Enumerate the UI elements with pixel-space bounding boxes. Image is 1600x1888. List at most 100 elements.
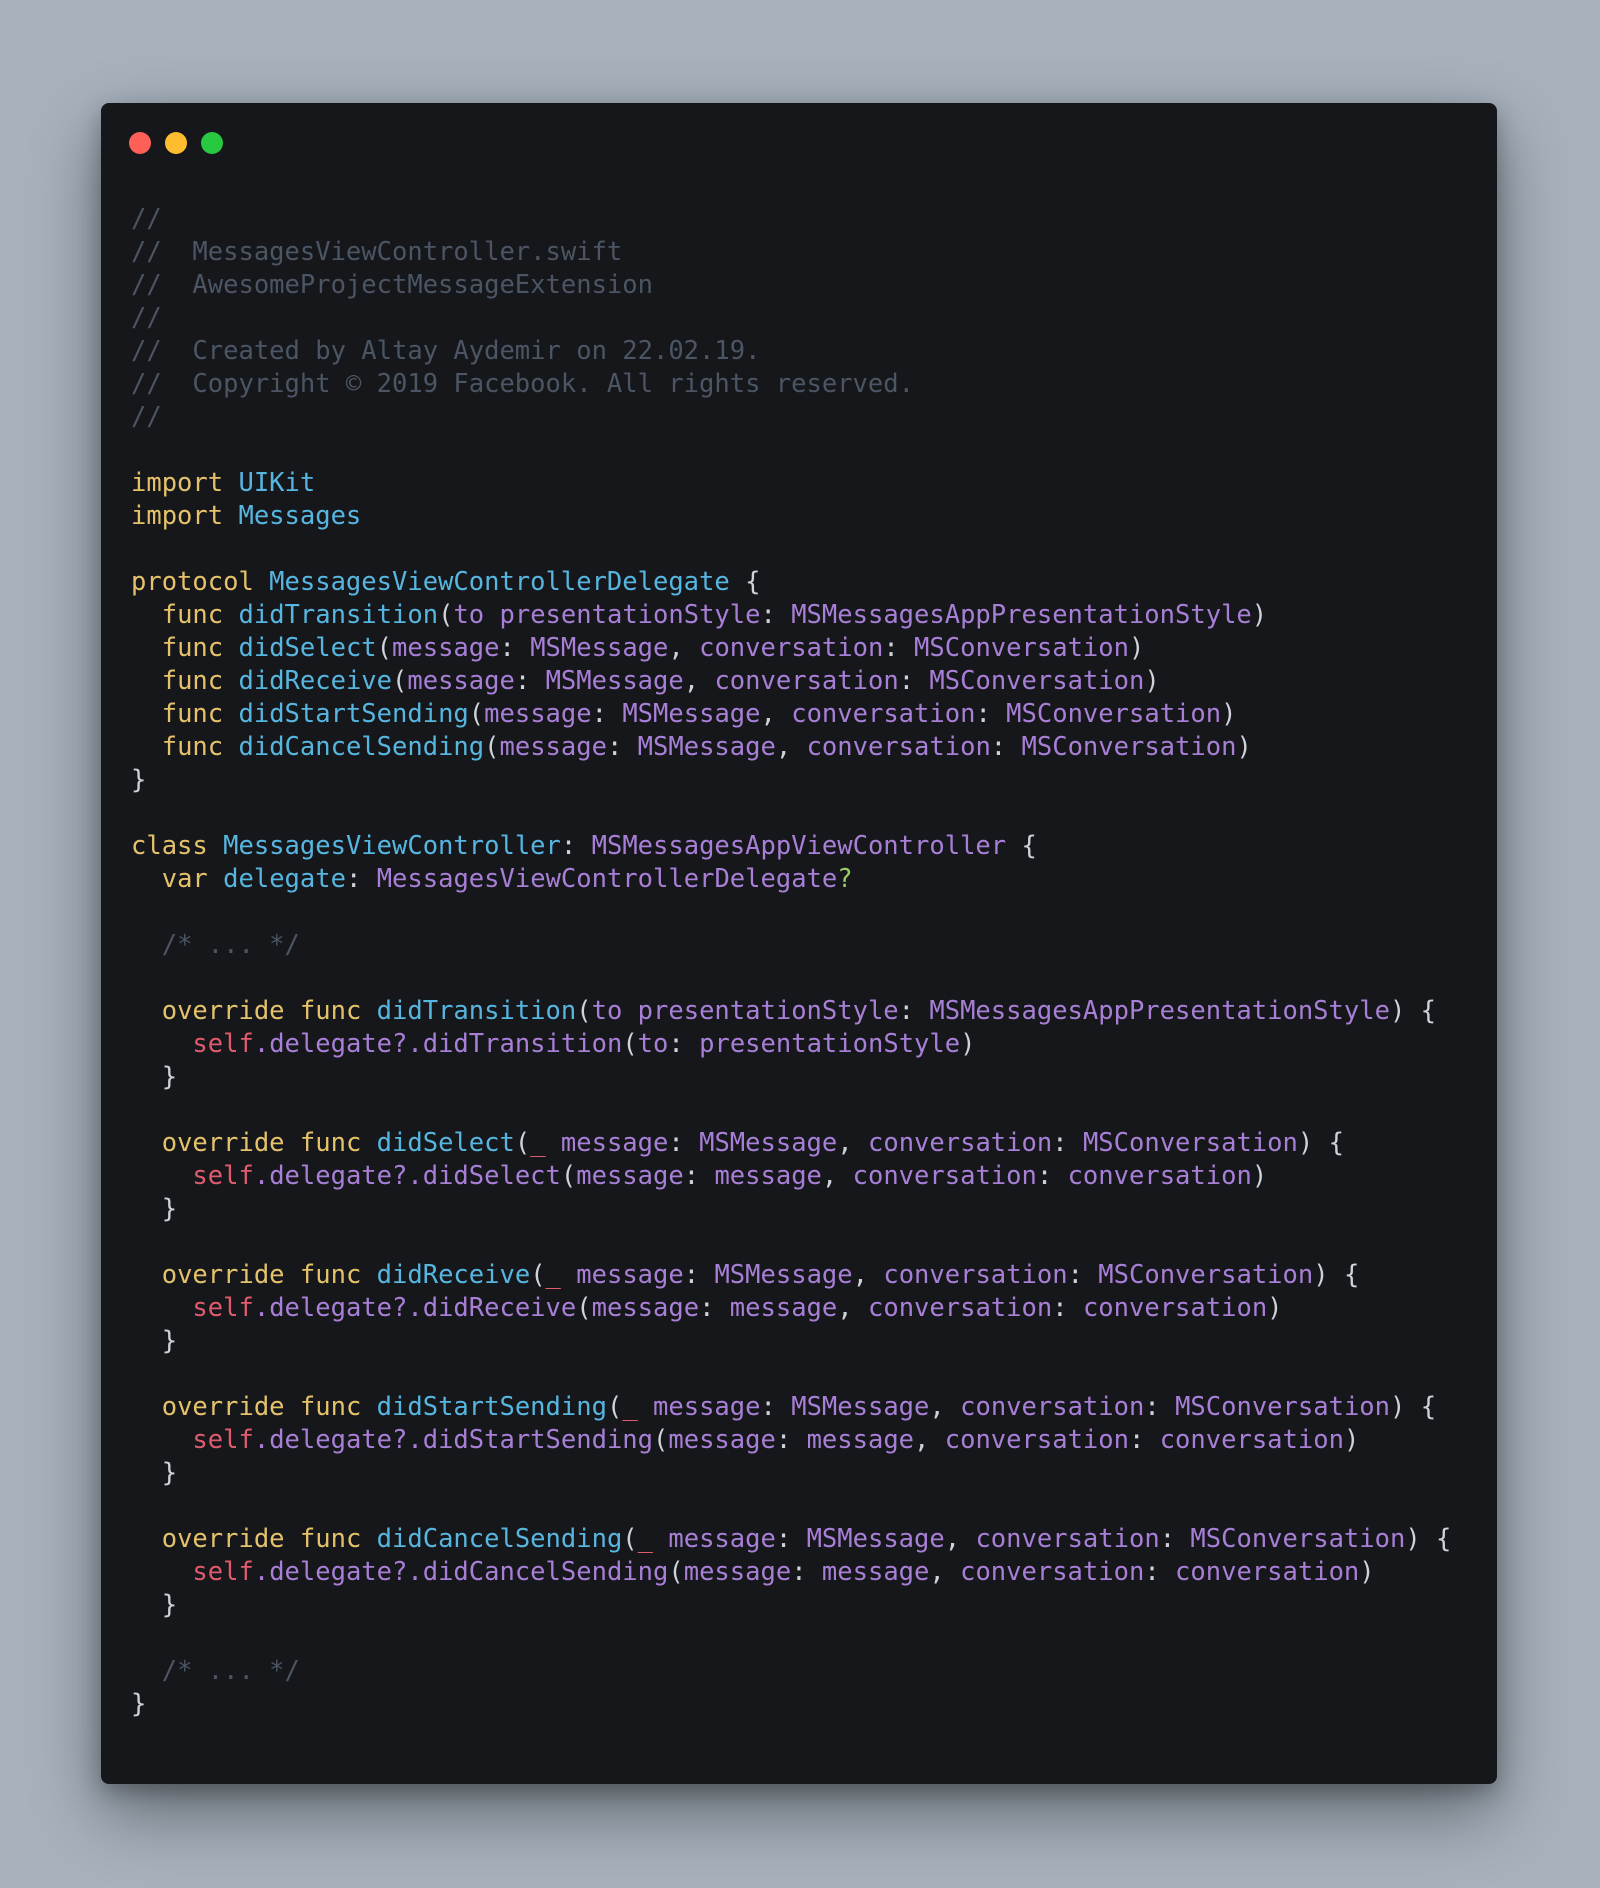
token-plain: : xyxy=(1128,1425,1160,1455)
code-line: } xyxy=(131,1589,1477,1622)
token-plain: : xyxy=(898,666,930,696)
token-plain: : xyxy=(345,864,377,894)
token-plain: : xyxy=(1144,1557,1176,1587)
token-param: conversation xyxy=(944,1425,1129,1455)
token-identifier: message xyxy=(821,1557,930,1587)
token-param: conversation xyxy=(975,1524,1160,1554)
token-param: conversation xyxy=(806,732,991,762)
code-line: import Messages xyxy=(131,500,1477,533)
token-method: didCancelSending xyxy=(238,732,485,762)
token-plain: ) xyxy=(1251,1161,1268,1191)
token-plain: : xyxy=(975,699,1007,729)
code-line: /* ... */ xyxy=(131,929,1477,962)
code-line: override func didSelect(_ message: MSMes… xyxy=(131,1127,1477,1160)
token-plain: : xyxy=(1036,1161,1068,1191)
token-param: message xyxy=(545,1128,669,1158)
token-plain: ) xyxy=(1221,699,1237,729)
token-plain: : xyxy=(514,666,546,696)
token-plain: : xyxy=(668,1029,700,1059)
code-line: override func didTransition(to presentat… xyxy=(131,995,1477,1028)
token-comment: // xyxy=(131,402,162,432)
token-param: message xyxy=(560,1260,684,1290)
token-plain: , xyxy=(775,732,807,762)
code-line: // Created by Altay Aydemir on 22.02.19. xyxy=(131,335,1477,368)
zoom-button[interactable] xyxy=(201,132,223,154)
token-plain: ) { xyxy=(1389,996,1437,1026)
token-method: didSelect xyxy=(238,633,377,663)
token-param: to presentationStyle xyxy=(591,996,899,1026)
code-line: self.delegate?.didSelect(message: messag… xyxy=(131,1160,1477,1193)
token-plain: : xyxy=(606,732,638,762)
code-line: func didCancelSending(message: MSMessage… xyxy=(131,731,1477,764)
token-type: MessagesViewControllerDelegate xyxy=(269,567,730,597)
token-plain: ) xyxy=(1144,666,1160,696)
token-param: conversation xyxy=(883,1260,1068,1290)
token-identifier: .delegate?.didReceive xyxy=(253,1293,577,1323)
code-editor[interactable]: //// MessagesViewController.swift// Awes… xyxy=(131,203,1477,1721)
token-param: message xyxy=(484,699,592,729)
token-keyword: override func xyxy=(161,1260,377,1290)
token-plain: , xyxy=(929,1392,961,1422)
token-type: delegate xyxy=(223,864,346,894)
token-identifier: MSConversation xyxy=(1098,1260,1314,1290)
token-param: conversation xyxy=(791,699,976,729)
token-comment: // Created by Altay Aydemir on 22.02.19. xyxy=(131,336,761,366)
token-param: message xyxy=(407,666,515,696)
token-self: self xyxy=(192,1293,254,1323)
token-plain: ) { xyxy=(1297,1128,1344,1158)
token-param: message xyxy=(591,1293,700,1323)
token-method: didTransition xyxy=(376,996,577,1026)
token-param: to presentationStyle xyxy=(453,600,761,630)
token-plain: } xyxy=(131,1689,147,1719)
token-param: conversation xyxy=(714,666,899,696)
token-param: conversation xyxy=(852,1161,1037,1191)
token-plain: : xyxy=(760,600,792,630)
token-plain: : xyxy=(1067,1260,1099,1290)
token-keyword: protocol xyxy=(131,567,270,597)
token-identifier: MSMessage xyxy=(699,1128,838,1158)
token-plain: : xyxy=(883,633,915,663)
code-line: self.delegate?.didReceive(message: messa… xyxy=(131,1292,1477,1325)
token-identifier: MSConversation xyxy=(1082,1128,1298,1158)
token-comment: // Copyright © 2019 Facebook. All rights… xyxy=(131,369,914,399)
code-line: } xyxy=(131,1457,1477,1490)
token-keyword: func xyxy=(161,666,239,696)
token-plain: ) xyxy=(1128,633,1145,663)
token-plain: } xyxy=(131,1326,178,1356)
token-plain: ) xyxy=(1359,1557,1375,1587)
token-keyword: import xyxy=(131,501,239,531)
token-plain: ) { xyxy=(1313,1260,1360,1290)
token-identifier: message xyxy=(714,1161,822,1191)
token-self: self xyxy=(192,1425,254,1455)
token-param: message xyxy=(392,633,500,663)
token-comment: // MessagesViewController.swift xyxy=(131,237,623,267)
code-line: // xyxy=(131,302,1477,335)
token-keyword: func xyxy=(161,732,239,762)
token-method: didTransition xyxy=(238,600,439,630)
token-plain: ( xyxy=(606,1392,623,1422)
token-plain: ( xyxy=(560,1161,577,1191)
code-line: self.delegate?.didCancelSending(message:… xyxy=(131,1556,1477,1589)
token-param: conversation xyxy=(960,1557,1145,1587)
close-button[interactable] xyxy=(129,132,151,154)
code-line: class MessagesViewController: MSMessages… xyxy=(131,830,1477,863)
minimize-button[interactable] xyxy=(165,132,187,154)
token-param: message xyxy=(653,1524,776,1554)
code-line: /* ... */ xyxy=(131,1655,1477,1688)
token-param: conversation xyxy=(960,1392,1145,1422)
token-identifier: MSConversation xyxy=(1175,1392,1390,1422)
token-plain: ( xyxy=(668,1557,684,1587)
token-identifier: MSMessage xyxy=(806,1524,945,1554)
token-param: message xyxy=(499,732,607,762)
token-param: message xyxy=(576,1161,684,1191)
token-identifier: conversation xyxy=(1175,1557,1360,1587)
token-plain: } xyxy=(131,1590,178,1620)
code-line: // Copyright © 2019 Facebook. All rights… xyxy=(131,368,1477,401)
